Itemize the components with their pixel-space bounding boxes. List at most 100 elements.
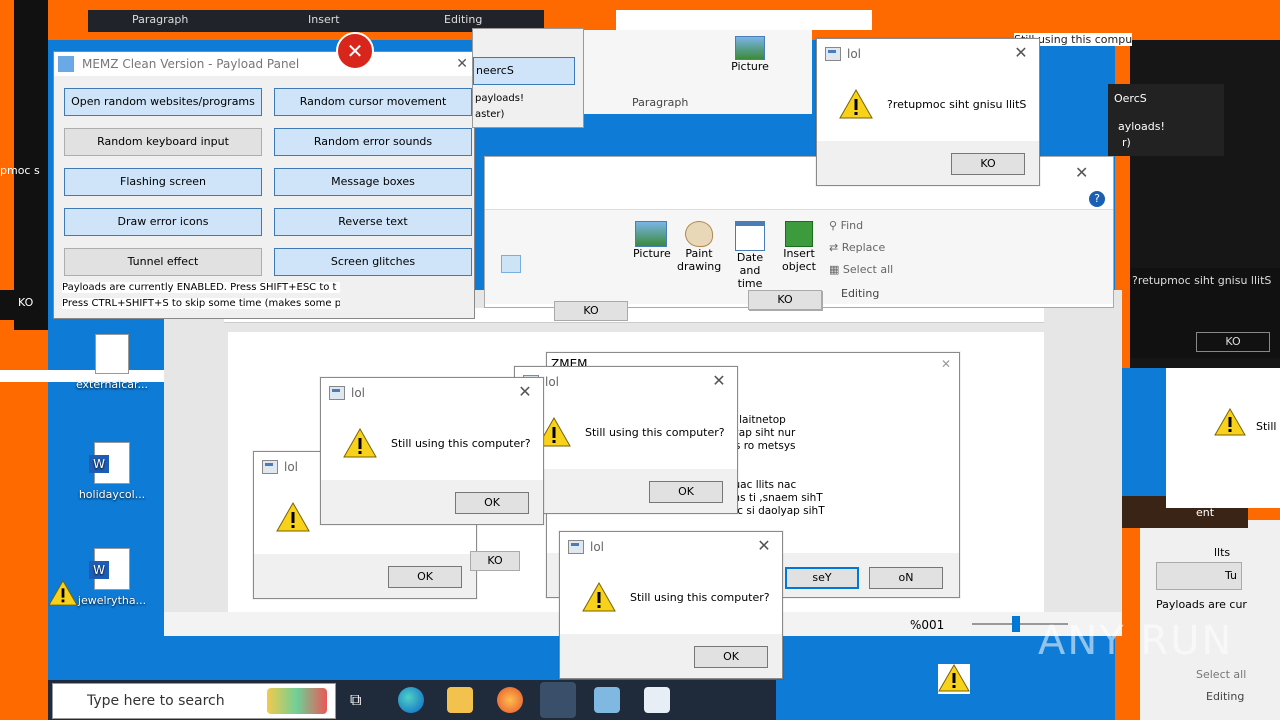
zoom-thumb[interactable] bbox=[1012, 616, 1020, 632]
close-icon[interactable]: ✕ bbox=[941, 357, 951, 371]
close-icon[interactable]: ✕ bbox=[1011, 43, 1031, 63]
edge-icon[interactable] bbox=[398, 687, 424, 713]
payload-button[interactable]: Flashing screen bbox=[64, 168, 262, 196]
ok-button[interactable]: OK bbox=[455, 492, 529, 514]
paragraph-group-label: Paragraph bbox=[632, 96, 689, 109]
warning-icon bbox=[839, 89, 873, 119]
dialog-title: lol bbox=[351, 386, 366, 400]
close-icon[interactable]: ✕ bbox=[1075, 163, 1088, 182]
editing-group-label: Editing bbox=[841, 287, 880, 300]
screen-button-fragment[interactable]: neercS bbox=[473, 57, 575, 85]
right-select-all: Select all bbox=[1196, 668, 1247, 681]
ko-fragment-left[interactable]: KO bbox=[554, 301, 628, 321]
find-button[interactable]: ⚲ Find bbox=[829, 219, 863, 232]
picture-icon bbox=[735, 36, 765, 60]
close-icon[interactable]: ✕ bbox=[515, 382, 535, 402]
science-icon bbox=[267, 688, 327, 714]
right-fragment-panel: OercS ayloads! r) bbox=[1108, 84, 1224, 156]
anyrun-watermark: ANY RUN bbox=[1038, 618, 1234, 664]
close-icon[interactable]: ✕ bbox=[456, 56, 468, 72]
picture-button[interactable]: Picture bbox=[633, 221, 671, 260]
file-explorer-icon[interactable] bbox=[447, 687, 473, 713]
lol-dialog-topright: lol ✕ ?retupmoc siht gnisu llitS KO bbox=[816, 38, 1040, 186]
payload-button[interactable]: Random error sounds bbox=[274, 128, 472, 156]
window-icon[interactable] bbox=[644, 687, 670, 713]
payload-button[interactable]: Reverse text bbox=[274, 208, 472, 236]
dialog-message: Still using this computer? bbox=[630, 590, 770, 604]
warning-icon bbox=[276, 502, 310, 532]
calendar-icon bbox=[735, 221, 765, 251]
payload-panel-title: MEMZ Clean Version - Payload Panel bbox=[82, 57, 300, 71]
top-ribbon-strip bbox=[582, 30, 812, 114]
zoom-readout: %001 bbox=[910, 618, 945, 632]
replace-icon: ⇄ bbox=[829, 241, 842, 254]
still-fragment: Still bbox=[1256, 420, 1277, 433]
payload-button[interactable]: Open random websites/programs bbox=[64, 88, 262, 116]
payload-panel-titlebar: MEMZ Clean Version - Payload Panel ✕ bbox=[54, 52, 474, 76]
lol-dialog-front: lol ✕ Still using this computer? OK bbox=[320, 377, 544, 525]
select-all-button[interactable]: ▦ Select all bbox=[829, 263, 893, 276]
payload-button[interactable]: Random cursor movement bbox=[274, 88, 472, 116]
right-oercs: OercS bbox=[1114, 92, 1147, 105]
right-editing: Editing bbox=[1206, 690, 1245, 703]
paint-drawing-button[interactable]: Paint drawing bbox=[677, 221, 721, 273]
warning-icon bbox=[582, 582, 616, 612]
no-button[interactable]: oN bbox=[869, 567, 943, 589]
replace-button[interactable]: ⇄ Replace bbox=[829, 241, 885, 254]
lol-dialog-back-mid: lol ✕ Still using this computer? OK bbox=[514, 366, 738, 514]
right-tu-button[interactable]: Tu bbox=[1156, 562, 1242, 590]
align-left-icon[interactable] bbox=[501, 255, 521, 273]
picture-button-top[interactable]: Picture bbox=[730, 36, 770, 73]
tab-insert[interactable]: Insert bbox=[308, 13, 340, 26]
right-ilts-fragment: llts bbox=[1214, 546, 1231, 559]
reversed-question: ?retupmoc siht gnisu llitS bbox=[1132, 274, 1272, 287]
task-view-icon[interactable]: ⧉ bbox=[350, 690, 370, 710]
tab-paragraph[interactable]: Paragraph bbox=[132, 13, 188, 26]
payload-button[interactable]: Random keyboard input bbox=[64, 128, 262, 156]
left-ko[interactable]: KO bbox=[18, 296, 33, 309]
ko-fragment-right[interactable]: KO bbox=[748, 290, 822, 310]
payload-button[interactable]: Message boxes bbox=[274, 168, 472, 196]
ko-fragment-mid[interactable]: KO bbox=[470, 551, 520, 571]
desktop-icon-holidaycol[interactable]: W holidaycol... bbox=[72, 442, 152, 501]
dialog-title: lol bbox=[284, 460, 299, 474]
firefox-icon[interactable] bbox=[497, 687, 523, 713]
dialog-message: ?retupmoc siht gnisu llitS bbox=[887, 97, 1027, 111]
ok-button[interactable]: OK bbox=[649, 481, 723, 503]
yes-button[interactable]: seY bbox=[785, 567, 859, 589]
faster-fragment: aster) bbox=[475, 109, 505, 120]
close-icon[interactable]: ✕ bbox=[754, 536, 774, 556]
payloads-fragment: payloads! bbox=[475, 93, 524, 104]
dialog-message: Still using this computer? bbox=[391, 436, 531, 450]
insert-object-button[interactable]: Insert object bbox=[777, 221, 821, 273]
memz-task-icon[interactable] bbox=[540, 682, 576, 718]
select-icon: ▦ bbox=[829, 263, 843, 276]
desktop-icon-jewelrytha[interactable]: W jewelrytha... bbox=[72, 548, 152, 607]
word-file-icon: W bbox=[89, 442, 130, 484]
tab-editing[interactable]: Editing bbox=[444, 13, 482, 26]
taskbar-search-box[interactable]: Type here to search bbox=[52, 683, 336, 719]
desktop-icon-externalcar[interactable]: externalcar... bbox=[72, 334, 152, 391]
lol-dialog-bottom: lol ✕ Still using this computer? OK bbox=[559, 531, 783, 679]
object-icon bbox=[785, 221, 813, 247]
warning-icon bbox=[1214, 407, 1246, 439]
notepad-icon[interactable] bbox=[594, 687, 620, 713]
image-file-icon bbox=[95, 334, 129, 374]
dialog-title: lol bbox=[847, 47, 862, 61]
payload-button[interactable]: Draw error icons bbox=[64, 208, 262, 236]
ok-button[interactable]: OK bbox=[388, 566, 462, 588]
ko-button[interactable]: KO bbox=[1196, 332, 1270, 352]
payload-button[interactable]: Tunnel effect bbox=[64, 248, 262, 276]
dialog-title: lol bbox=[590, 540, 605, 554]
ko-button[interactable]: KO bbox=[951, 153, 1025, 175]
close-icon[interactable]: ✕ bbox=[709, 371, 729, 391]
dialog-title: lol bbox=[545, 375, 560, 389]
date-time-button[interactable]: Date and time bbox=[725, 221, 775, 290]
payload-button[interactable]: Screen glitches bbox=[274, 248, 472, 276]
memz-logo-icon bbox=[58, 56, 74, 72]
glitch-white-top bbox=[616, 10, 872, 30]
ok-button[interactable]: OK bbox=[694, 646, 768, 668]
warning-icon bbox=[48, 579, 78, 608]
picture-icon bbox=[635, 221, 667, 247]
help-icon[interactable]: ? bbox=[1089, 191, 1105, 207]
